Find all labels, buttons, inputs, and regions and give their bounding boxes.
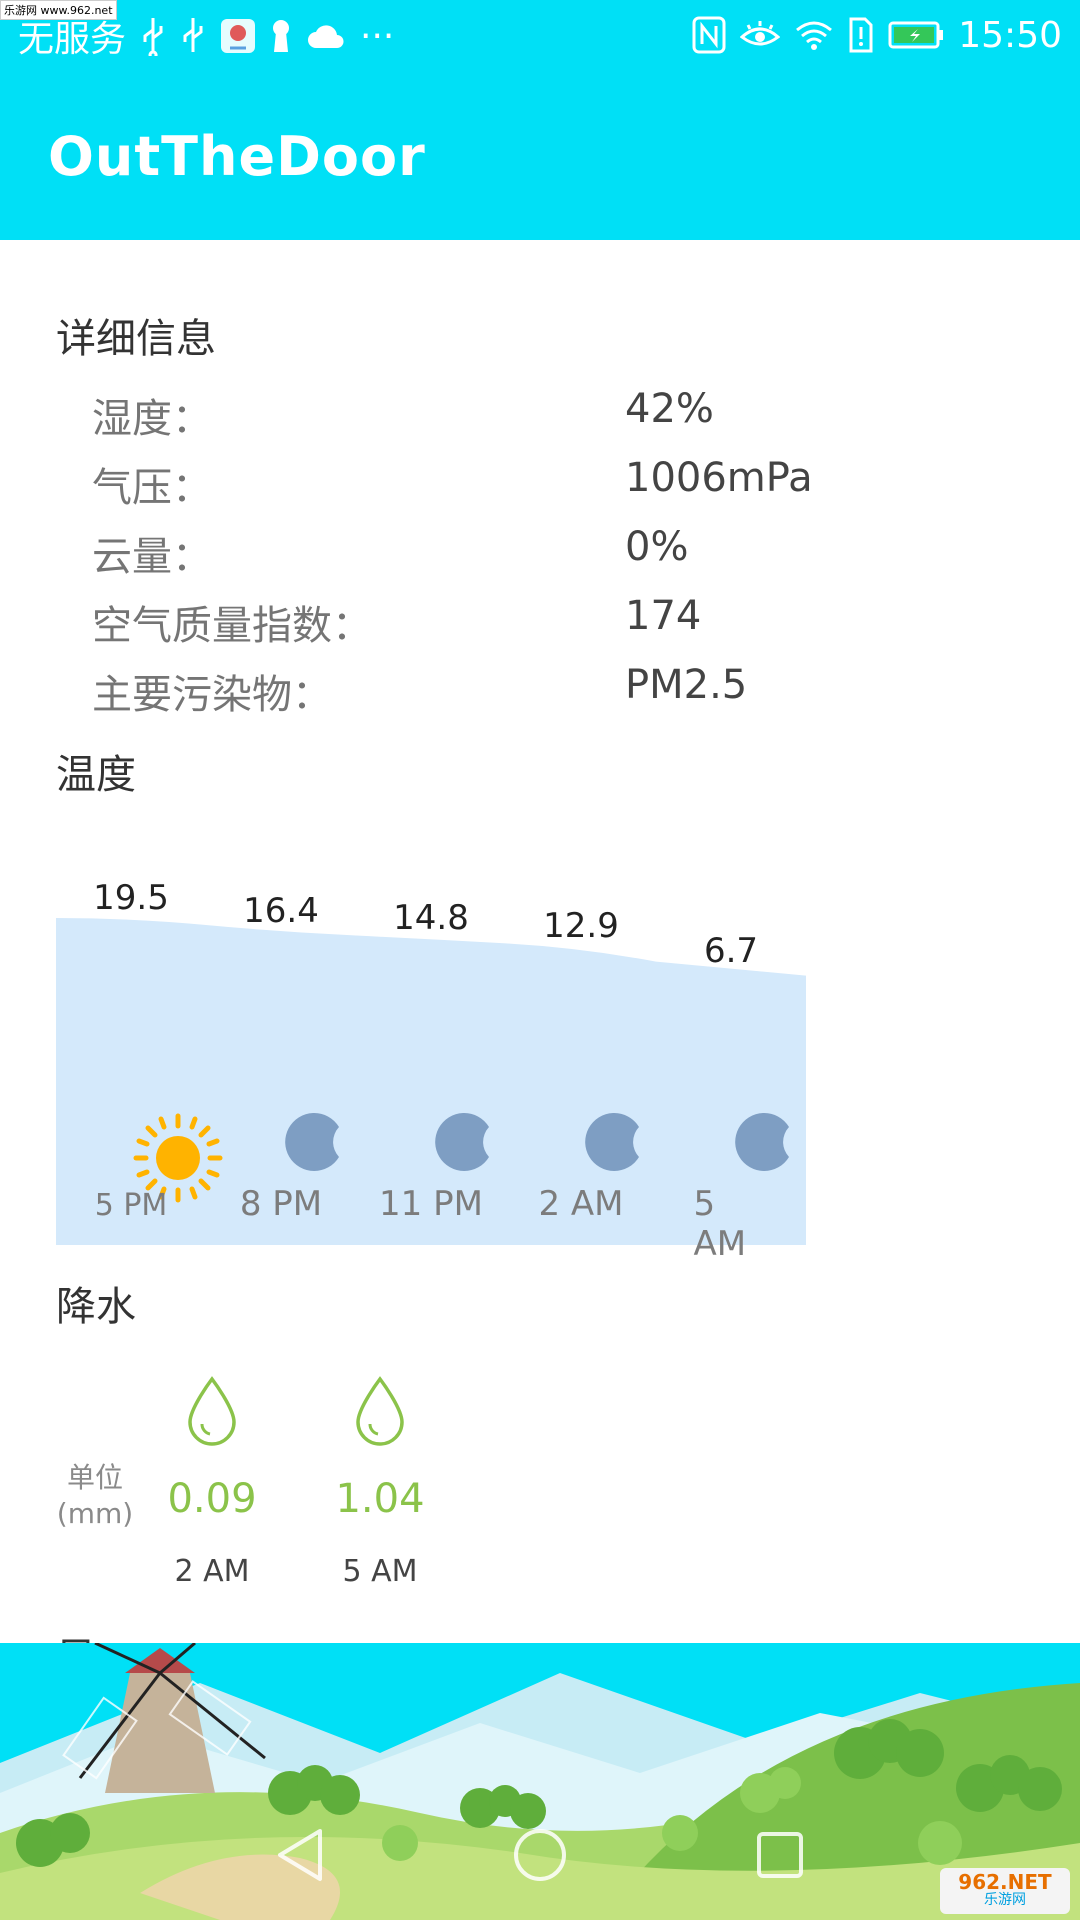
precipitation-heading: 降水 [56, 1284, 136, 1330]
usb-icon [140, 11, 166, 61]
aqi-value: 174 [625, 593, 702, 639]
eye-comfort-icon [740, 10, 781, 60]
brand-main: 962.NET [958, 1870, 1052, 1894]
cloud-cover-label: 云量： [92, 534, 212, 580]
carrier-text: 无服务 [18, 19, 127, 60]
keyhole-icon [270, 11, 292, 61]
details-heading: 详细信息 [56, 316, 216, 362]
cloud-icon [306, 11, 346, 61]
precipitation-value-2am: 0.09 [167, 1476, 257, 1522]
pressure-value: 1006mPa [625, 455, 813, 501]
navigation-bar [0, 1790, 1080, 1920]
brand-watermark: 962.NET 乐游网 [940, 1868, 1070, 1914]
main-pollutant-value: PM2.5 [625, 662, 748, 708]
unit-label: 单位 [66, 1461, 123, 1494]
temp-value-5am: 6.7 [703, 931, 759, 971]
raindrop-icon [354, 1376, 406, 1450]
time-label-11pm: 11 PM [379, 1184, 483, 1224]
unit-mm: (mm) [56, 1497, 134, 1530]
home-button[interactable] [505, 1820, 575, 1890]
main-pollutant-label: 主要污染物： [92, 672, 332, 718]
temp-value-5pm: 19.5 [93, 878, 169, 918]
clock-text: 15:50 [958, 14, 1062, 56]
temp-value-2am: 12.9 [543, 906, 619, 946]
precipitation-time-2am: 2 AM [174, 1554, 250, 1589]
sim-alert-icon [848, 10, 874, 60]
app-bar: OutTheDoor [0, 75, 1080, 240]
usb-icon [180, 11, 206, 61]
pressure-label: 气压： [92, 465, 212, 511]
more-notifications-icon: ··· [360, 15, 395, 57]
time-label-2am: 2 AM [538, 1184, 624, 1224]
nfc-icon [692, 10, 726, 60]
temp-value-11pm: 14.8 [393, 898, 469, 938]
app-title: OutTheDoor [48, 125, 426, 188]
precipitation-unit: 单位 (mm) [55, 1460, 135, 1532]
home-circle-icon [514, 1829, 566, 1881]
precipitation-value-5am: 1.04 [335, 1476, 425, 1522]
temperature-chart: 19.5 16.4 14.8 12.9 6.7 5 PM 8 PM 11 PM … [56, 870, 806, 1264]
cloud-cover-value: 0% [625, 524, 689, 570]
back-button[interactable] [265, 1820, 335, 1890]
map-app-icon [220, 11, 256, 61]
raindrop-icon [186, 1376, 238, 1450]
temp-value-8pm: 16.4 [243, 891, 319, 931]
battery-charging-icon [888, 10, 944, 60]
time-label-5pm: 5 PM [94, 1188, 168, 1223]
humidity-label: 湿度： [92, 396, 212, 442]
temperature-heading: 温度 [56, 752, 136, 798]
back-triangle-icon [278, 1829, 322, 1881]
recents-button[interactable] [745, 1820, 815, 1890]
time-label-5am: 5 AM [693, 1184, 747, 1264]
brand-sub: 乐游网 [984, 1892, 1026, 1908]
wifi-icon [794, 10, 834, 60]
time-label-8pm: 8 PM [239, 1184, 323, 1224]
aqi-label: 空气质量指数： [92, 603, 372, 649]
status-bar: 乐游网 www.962.net 无服务 ··· 15:50 [0, 0, 1080, 75]
precipitation-time-5am: 5 AM [342, 1554, 418, 1589]
humidity-value: 42% [625, 386, 714, 432]
recents-square-icon [757, 1832, 803, 1878]
